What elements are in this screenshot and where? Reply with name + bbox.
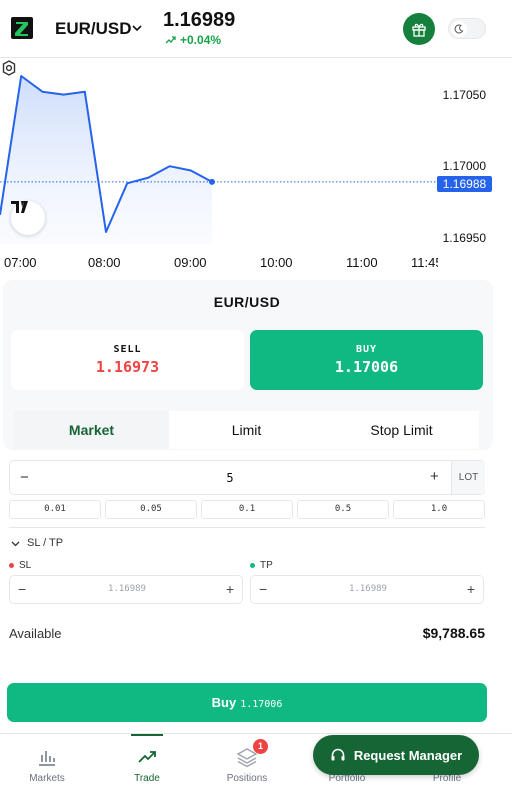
request-manager-label: Request Manager (353, 747, 463, 763)
buy-button-price: 1.17006 (240, 699, 283, 710)
quick-lot-chip[interactable]: 0.01 (9, 500, 101, 519)
y-tick-label: 1.16950 (442, 231, 486, 245)
nav-markets[interactable]: Markets (7, 734, 87, 789)
price-change: +0.04% (165, 33, 221, 47)
x-tick-label: 07:00 (4, 255, 37, 270)
trending-up-icon (138, 751, 156, 763)
order-pair-title: EUR/USD (213, 294, 281, 310)
tp-increment-button[interactable]: + (467, 581, 475, 597)
nav-markets-label: Markets (29, 773, 65, 784)
place-buy-order-button[interactable]: Buy 1.17006 (7, 683, 487, 722)
app-header: EUR/USD 1.16989 +0.04% (0, 0, 512, 58)
tp-input[interactable]: 1.16989 (251, 584, 485, 594)
divider (9, 527, 485, 528)
sell-label: SELL (113, 344, 142, 355)
x-tick-label: 08:00 (88, 255, 121, 270)
symbol-selector[interactable]: EUR/USD (55, 19, 132, 39)
sell-price: 1.16973 (95, 358, 160, 376)
sl-dot-icon (9, 563, 14, 568)
bar-chart-icon (39, 751, 55, 766)
buy-toggle-button[interactable]: BUY 1.17006 (250, 330, 483, 390)
tp-dot-icon (250, 563, 255, 568)
positions-badge: 1 (253, 739, 268, 754)
tp-stepper: − 1.16989 + (250, 575, 484, 604)
headset-icon (331, 748, 345, 761)
lot-input[interactable]: 5 (10, 471, 450, 485)
x-tick-label: 11:00 (346, 255, 378, 270)
price-chart-canvas[interactable] (0, 59, 512, 277)
y-tick-label: 1.17050 (442, 88, 486, 102)
gift-button[interactable] (403, 13, 435, 45)
brand-logo[interactable] (11, 17, 33, 39)
sl-increment-button[interactable]: + (226, 581, 234, 597)
order-type-tabs: Market Limit Stop Limit (14, 411, 479, 449)
tp-field-label: TP (250, 560, 273, 571)
sl-field-label: SL (9, 560, 31, 571)
sl-stepper: − 1.16989 + (9, 575, 243, 604)
nav-positions-label: Positions (226, 773, 268, 784)
sl-label-text: SL (19, 560, 32, 571)
lot-unit-label: LOT (451, 461, 485, 494)
chevron-down-icon[interactable] (131, 22, 143, 34)
lot-stepper: − 5 + LOT (9, 460, 485, 495)
tab-stop-limit[interactable]: Stop Limit (324, 411, 479, 449)
nav-positions[interactable]: 1 Positions (207, 734, 287, 789)
tp-label-text: TP (260, 560, 273, 571)
sl-input[interactable]: 1.16989 (10, 584, 244, 594)
available-label: Available (9, 626, 62, 641)
tab-limit[interactable]: Limit (169, 411, 324, 449)
quick-lot-chip[interactable]: 0.05 (105, 500, 197, 519)
quick-lot-chip[interactable]: 0.1 (201, 500, 293, 519)
theme-toggle[interactable] (448, 18, 486, 39)
quick-lot-chips: 0.01 0.05 0.1 0.5 1.0 (9, 500, 485, 519)
gift-icon (412, 23, 426, 37)
price-change-value: +0.04% (180, 33, 222, 47)
sell-button[interactable]: SELL 1.16973 (11, 330, 244, 390)
buy-label: BUY (355, 344, 378, 355)
settings-gear-icon[interactable] (0, 59, 18, 77)
current-price-tag: 1.16988 (437, 176, 492, 192)
request-manager-button[interactable]: Request Manager (313, 735, 479, 775)
x-tick-label: 11:45 (411, 255, 438, 270)
nav-trade-label: Trade (134, 773, 160, 784)
x-tick-label: 10:00 (260, 255, 293, 270)
current-price: 1.16989 (163, 9, 236, 31)
sltp-label: SL / TP (27, 537, 64, 549)
sltp-toggle[interactable]: SL / TP (11, 537, 63, 549)
nav-trade[interactable]: Trade (107, 734, 187, 789)
available-balance: $9,788.65 (422, 625, 485, 641)
tradingview-logo[interactable] (11, 201, 45, 235)
tab-market[interactable]: Market (14, 411, 169, 449)
x-tick-label: 09:00 (174, 255, 207, 270)
quick-lot-chip[interactable]: 0.5 (297, 500, 389, 519)
lot-increment-button[interactable]: + (430, 468, 439, 485)
chevron-down-icon (11, 541, 20, 546)
y-tick-label: 1.17000 (442, 159, 486, 173)
moon-icon (451, 21, 467, 37)
price-chart[interactable]: 1.17050 1.17000 1.16950 1.16988 07:00 08… (0, 59, 512, 277)
buy-price: 1.17006 (334, 358, 399, 376)
quick-lot-chip[interactable]: 1.0 (393, 500, 485, 519)
buy-button-label: Buy (211, 695, 237, 710)
trend-up-icon (165, 36, 176, 44)
